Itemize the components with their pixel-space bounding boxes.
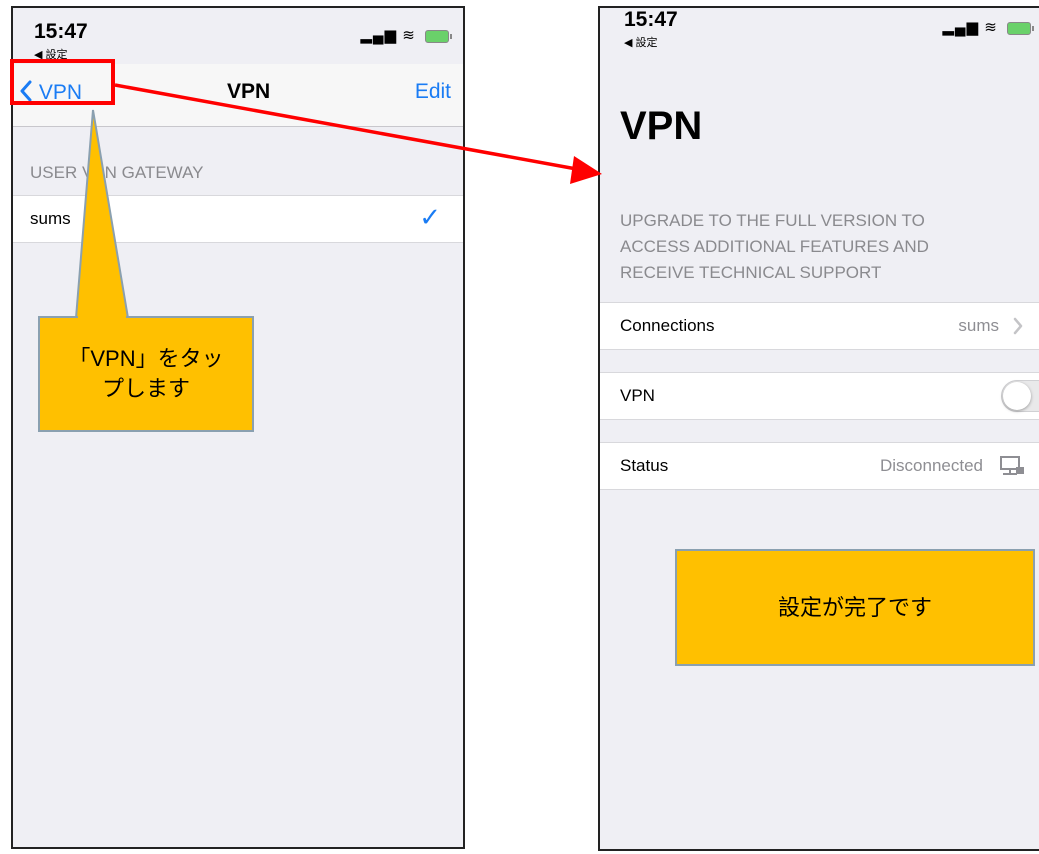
- upgrade-line: UPGRADE TO THE FULL VERSION TO: [620, 211, 925, 230]
- page-title: VPN: [620, 104, 703, 148]
- wifi-icon: ≋: [402, 27, 416, 44]
- vpn-row: VPN: [600, 372, 1039, 420]
- upgrade-notice[interactable]: UPGRADE TO THE FULL VERSION TO ACCESS AD…: [620, 208, 929, 286]
- callout-setup-complete: 設定が完了です: [675, 549, 1035, 666]
- connections-label: Connections: [620, 316, 715, 335]
- network-computer-icon: [1000, 456, 1024, 475]
- upgrade-line: RECEIVE TECHNICAL SUPPORT: [620, 263, 882, 282]
- edit-button[interactable]: Edit: [415, 80, 451, 104]
- callout-tail-join: [78, 314, 126, 320]
- battery-icon: [1007, 21, 1034, 35]
- section-header-gateway: USER VPN GATEWAY: [30, 163, 204, 182]
- status-value: Disconnected: [879, 456, 983, 475]
- callout-setup-complete-text: 設定が完了です: [777, 594, 932, 620]
- upgrade-line: ACCESS ADDITIONAL FEATURES AND: [620, 237, 929, 256]
- right-phone-screen: 15:47 ◀ 設定 ▂▄▆ ≋ VPN UPGRADE TO THE FULL…: [598, 6, 1039, 851]
- callout-tap-vpn-line2: プします: [101, 376, 190, 401]
- callout-tap-vpn-line1: 「VPN」をタッ: [68, 346, 224, 371]
- status-time: 15:47: [34, 20, 88, 43]
- callout-tap-vpn: 「VPN」をタッ プします: [38, 316, 254, 432]
- connections-value: sums: [958, 316, 999, 335]
- status-back-to-settings[interactable]: ◀ 設定: [624, 34, 658, 50]
- gateway-name: sums: [30, 209, 71, 228]
- signal-icon: ▂▄▆: [942, 19, 980, 36]
- vpn-toggle[interactable]: [1001, 380, 1039, 412]
- vpn-label: VPN: [620, 386, 655, 405]
- signal-icon: ▂▄▆: [360, 27, 398, 44]
- nav-title: VPN: [227, 80, 271, 103]
- checkmark-icon: ✓: [419, 202, 441, 232]
- status-icons: ▂▄▆ ≋: [360, 26, 452, 44]
- chevron-right-icon: [1013, 317, 1023, 335]
- status-time: 15:47: [624, 8, 678, 31]
- connections-row[interactable]: Connections sums: [600, 302, 1039, 350]
- status-icons: ▂▄▆ ≋: [942, 18, 1034, 36]
- status-row: Status Disconnected: [600, 442, 1039, 490]
- status-label: Status: [620, 456, 669, 475]
- battery-icon: [425, 29, 452, 43]
- highlight-box: [10, 59, 115, 105]
- toggle-knob: [1003, 382, 1031, 410]
- wifi-icon: ≋: [984, 19, 998, 36]
- gateway-row[interactable]: sums ✓: [13, 195, 463, 243]
